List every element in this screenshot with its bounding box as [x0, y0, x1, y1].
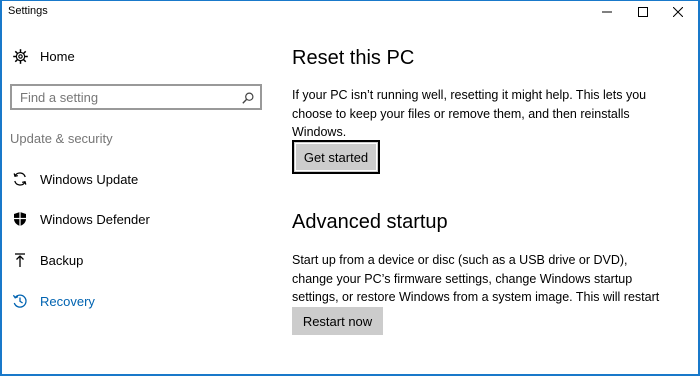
sidebar-item-recovery[interactable]: Recovery: [2, 286, 272, 316]
close-icon: [672, 7, 683, 17]
close-button[interactable]: [660, 1, 695, 23]
window-title: Settings: [8, 5, 48, 17]
get-started-label: Get started: [295, 143, 377, 171]
sidebar: Home Update & security Windows: [2, 23, 272, 373]
reset-heading: Reset this PC: [292, 47, 415, 69]
sidebar-item-label: Windows Update: [40, 171, 139, 187]
home-label: Home: [40, 48, 75, 64]
restart-now-button[interactable]: Restart now: [292, 307, 383, 335]
minimize-icon: [601, 11, 612, 13]
search-box[interactable]: [10, 84, 262, 110]
section-label: Update & security: [10, 131, 113, 146]
maximize-button[interactable]: [625, 1, 660, 23]
sidebar-item-label: Windows Defender: [40, 211, 150, 227]
sidebar-item-windows-defender[interactable]: Windows Defender: [2, 204, 272, 234]
advanced-startup-heading: Advanced startup: [292, 211, 448, 233]
upload-arrow-icon: [12, 252, 28, 268]
sidebar-item-backup[interactable]: Backup: [2, 245, 272, 275]
get-started-button[interactable]: Get started: [292, 140, 380, 174]
sidebar-item-home[interactable]: Home: [2, 41, 272, 71]
title-bar[interactable]: Settings: [2, 1, 698, 23]
reset-description: If your PC isn’t running well, resetting…: [292, 88, 647, 139]
maximize-icon: [637, 7, 648, 17]
settings-window: Settings Home Find a setting Update & se…: [0, 0, 700, 376]
shield-icon: [12, 211, 28, 227]
sidebar-item-windows-update[interactable]: Windows Update: [2, 164, 272, 194]
gear-icon: [12, 48, 28, 64]
recovery-icon: [12, 293, 28, 309]
sidebar-item-label: Backup: [40, 252, 84, 268]
sync-icon: [12, 171, 28, 187]
minimize-button[interactable]: [589, 1, 624, 23]
search-icon[interactable]: [242, 91, 254, 109]
sidebar-item-label: Recovery: [40, 293, 95, 309]
search-input[interactable]: [20, 89, 230, 105]
